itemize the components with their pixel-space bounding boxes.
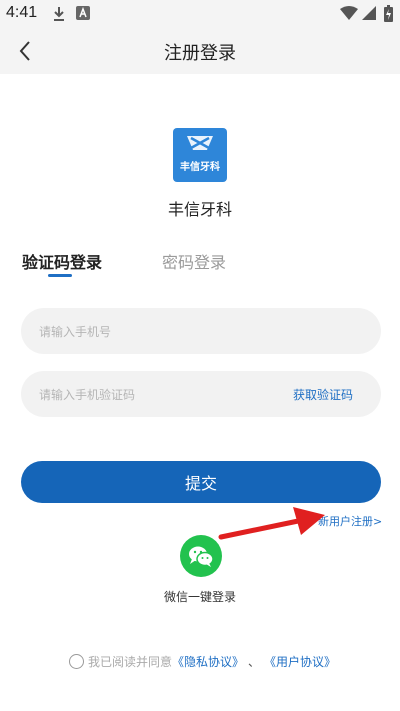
agreement-row: 我已阅读并同意 《隐私协议》 、 《用户协议》 (69, 652, 336, 670)
nav-bar: 注册登录 (0, 28, 400, 74)
get-code-button[interactable]: 获取验证码 (293, 386, 353, 403)
app-name: 丰信牙科 (167, 200, 232, 219)
wechat-login-label: 微信一键登录 (163, 590, 236, 604)
agreement-checkbox[interactable] (69, 653, 84, 669)
agreement-separator: 、 (248, 654, 261, 669)
phone-field (21, 308, 381, 356)
privacy-agreement-link[interactable]: 《隐私协议》 (172, 653, 244, 670)
wechat-login-button[interactable] (180, 535, 222, 577)
battery-icon (384, 5, 393, 22)
code-input[interactable] (37, 371, 291, 419)
code-field: 获取验证码 (21, 371, 381, 419)
page-title: 注册登录 (164, 43, 236, 64)
user-agreement-link[interactable]: 《用户协议》 (264, 653, 336, 670)
annotation-arrow (218, 507, 325, 540)
status-bar: 4:41 (0, 0, 400, 28)
signal-icon (362, 6, 376, 20)
app-logo: 丰信牙科 (173, 128, 227, 182)
tab-sms-login[interactable]: 验证码登录 (22, 249, 102, 273)
font-icon (76, 6, 90, 20)
active-tab-indicator (48, 274, 72, 277)
download-icon (54, 7, 64, 21)
submit-button[interactable]: 提交 (21, 461, 381, 503)
logo-text: 丰信牙科 (180, 162, 220, 173)
agreement-prefix: 我已阅读并同意 (88, 654, 173, 669)
tab-password-login[interactable]: 密码登录 (162, 249, 226, 273)
wechat-icon (189, 546, 214, 567)
status-time: 4:41 (6, 4, 38, 21)
logo-graphic (187, 136, 213, 150)
wifi-icon (340, 6, 358, 20)
phone-input[interactable] (37, 308, 291, 356)
